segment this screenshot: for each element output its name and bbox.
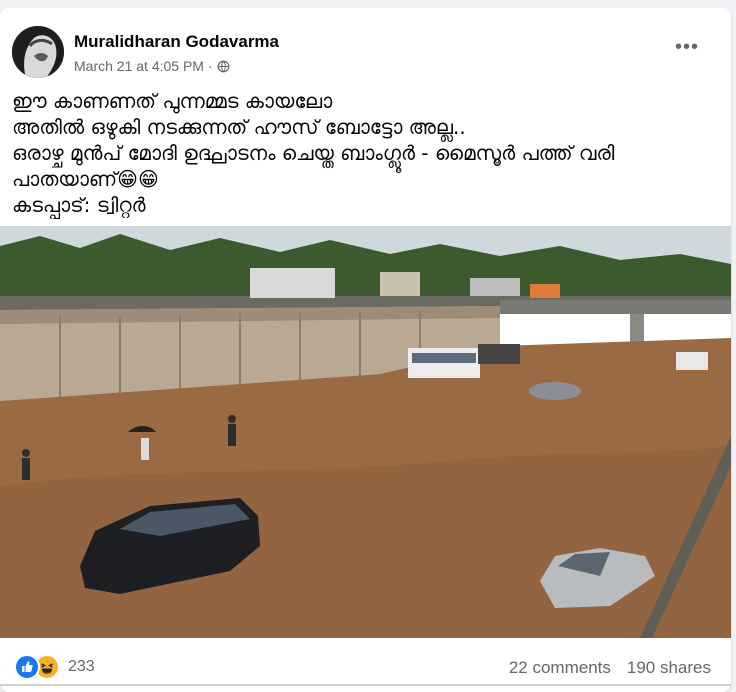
post-card: Muralidharan Godavarma March 21 at 4:05 … xyxy=(0,8,731,692)
post-meta: March 21 at 4:05 PM · xyxy=(74,58,230,74)
avatar-image xyxy=(12,26,64,78)
post-text: ഈ കാണണത് പുന്നമ്മട കായലോ അതിൽ ഒഴുകി നടക്… xyxy=(12,88,712,218)
post-text-line: ഒരാഴ്ച മുൻപ് മോദി ഉദ്ഘാടനം ചെയ്ത ബാംഗ്ലൂ… xyxy=(12,141,615,165)
more-options-icon[interactable]: ••• xyxy=(675,37,699,57)
post-footer: 233 22 comments 190 shares xyxy=(12,648,719,680)
post-text-line: കടപ്പാട്: ട്വിറ്റർ xyxy=(12,193,146,217)
post-timestamp[interactable]: March 21 at 4:05 PM xyxy=(74,58,204,74)
like-icon xyxy=(14,654,40,680)
post-text-line: അതിൽ ഒഴുകി നടക്കുന്നത് ഹൗസ് ബോട്ടോ അല്ല.… xyxy=(12,115,466,139)
divider xyxy=(0,684,731,686)
globe-icon[interactable] xyxy=(217,60,230,73)
post-photo[interactable] xyxy=(0,226,731,638)
post-text-line: ഈ കാണണത് പുന്നമ്മട കായലോ xyxy=(12,89,333,113)
shares-link[interactable]: 190 shares xyxy=(627,658,711,678)
avatar[interactable] xyxy=(12,26,64,78)
post-header: Muralidharan Godavarma March 21 at 4:05 … xyxy=(12,20,719,78)
author-name[interactable]: Muralidharan Godavarma xyxy=(74,32,279,52)
meta-separator: · xyxy=(207,58,213,74)
comments-link[interactable]: 22 comments xyxy=(509,658,611,678)
post-text-line: പാതയാണ്😁😁 xyxy=(12,167,159,191)
post-stats: 22 comments 190 shares xyxy=(509,658,711,678)
reaction-count: 233 xyxy=(68,658,95,675)
reactions-summary[interactable]: 233 xyxy=(14,654,95,680)
